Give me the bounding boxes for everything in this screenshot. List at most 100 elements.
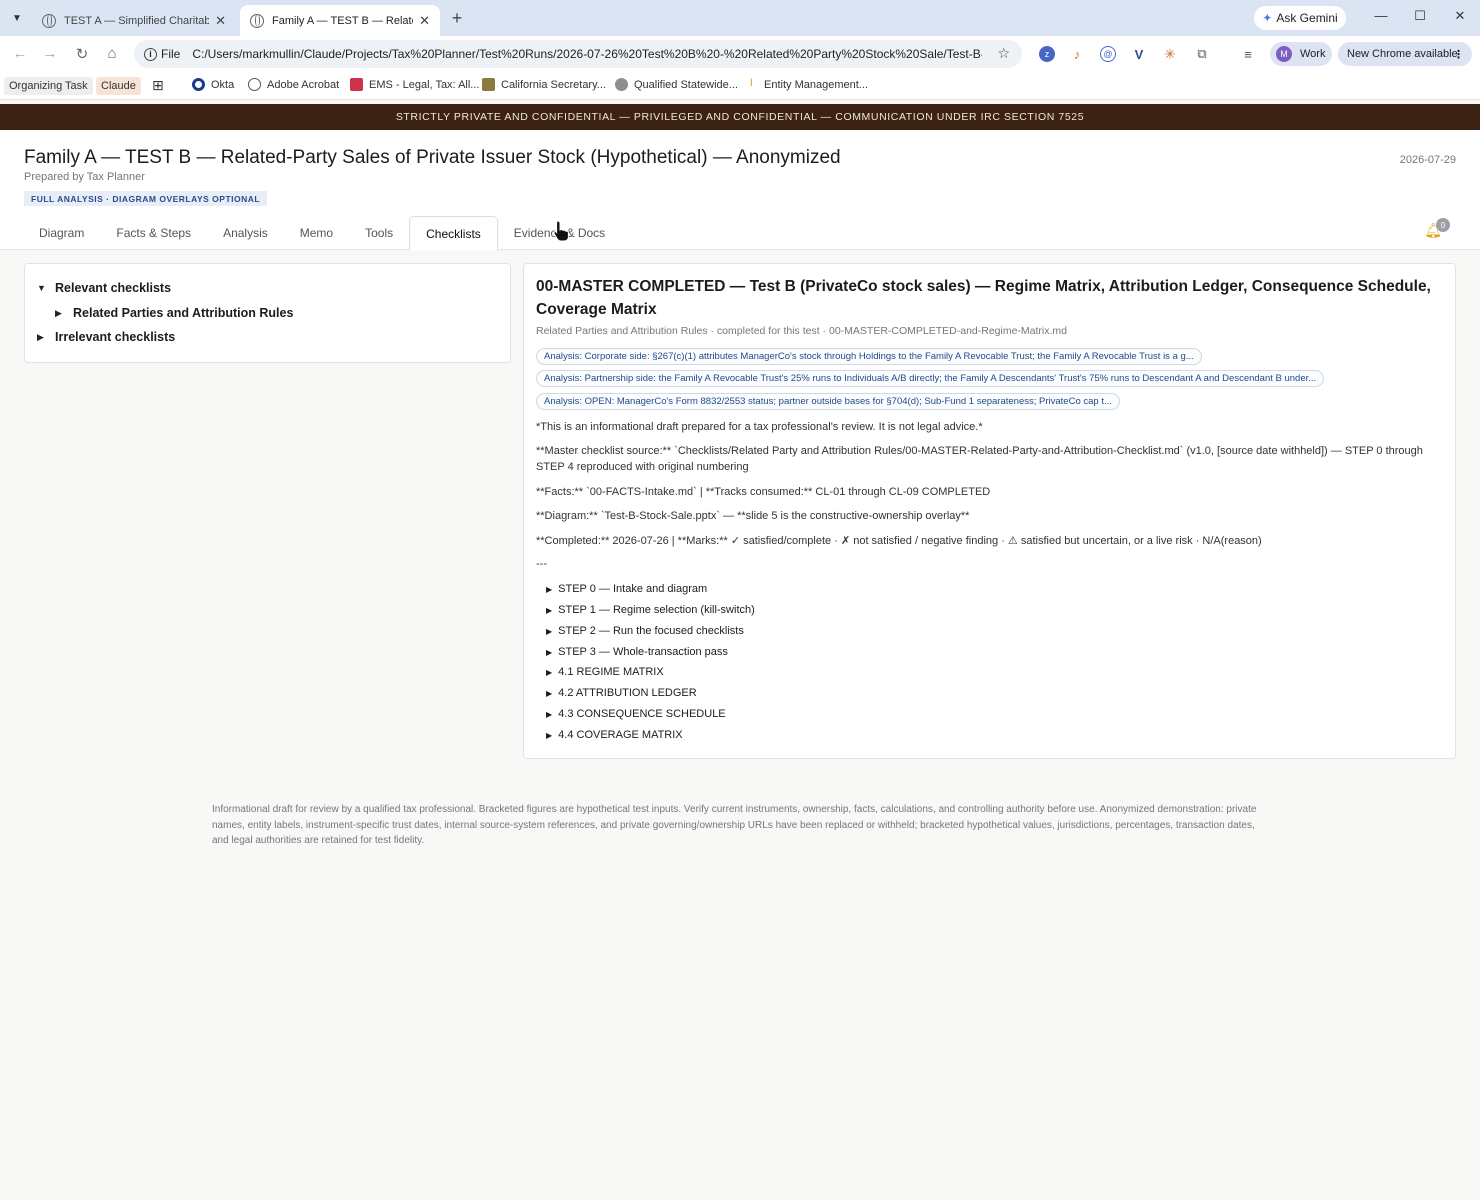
caret-right-icon: ▶ [546, 647, 553, 657]
music-note-extension-icon[interactable]: ♪ [1069, 46, 1085, 62]
tab-search-chevron-icon[interactable]: ▼ [6, 7, 28, 29]
analysis-mode-badge: FULL ANALYSIS · DIAGRAM OVERLAYS OPTIONA… [24, 191, 268, 206]
completed-paragraph: **Completed:** 2026-07-26 | **Marks:** ✓… [536, 535, 1262, 547]
browser-toolbar: ← → ↻ ⌂ i File C:/Users/markmullin/Claud… [0, 36, 1480, 72]
prepared-by: Prepared by Tax Planner [24, 171, 145, 183]
step-toggle[interactable]: ▶ STEP 0 — Intake and diagram [546, 583, 707, 595]
bookmark-label: Claude [101, 80, 136, 92]
disclaimer-paragraph: *This is an informational draft prepared… [536, 421, 983, 433]
bookmark-label: Okta [211, 78, 235, 91]
bookmark-california-secretary[interactable]: California Secretary... [482, 78, 606, 91]
caret-right-icon: ▶ [546, 709, 553, 719]
address-url[interactable]: C:/Users/markmullin/Claude/Projects/Tax%… [192, 47, 982, 61]
new-tab-plus-icon[interactable]: + [448, 8, 466, 29]
v-extension-icon[interactable]: V [1131, 46, 1147, 62]
bookmark-entity-management[interactable]: ǀ Entity Management... [750, 78, 868, 91]
at-sign-extension-icon[interactable]: @ [1100, 46, 1116, 62]
zoom-extension-icon[interactable]: z [1039, 46, 1055, 62]
page-title: Family A — TEST B — Related-Party Sales … [24, 147, 841, 168]
caret-right-icon: ▶ [546, 626, 553, 636]
close-window-icon[interactable]: ✕ [1450, 8, 1470, 24]
step-toggle[interactable]: ▶ STEP 1 — Regime selection (kill-switch… [546, 604, 755, 616]
page-tabs: Diagram Facts & Steps Analysis Memo Tool… [23, 216, 621, 251]
related-parties-checklist-item[interactable]: ▶ Related Parties and Attribution Rules [55, 306, 293, 320]
tab-facts-steps[interactable]: Facts & Steps [100, 216, 207, 250]
step-label: STEP 0 — Intake and diagram [558, 583, 708, 595]
relevant-checklists-label: Relevant checklists [55, 281, 172, 295]
tab-memo[interactable]: Memo [284, 216, 349, 250]
step-label: STEP 3 — Whole-transaction pass [558, 646, 728, 658]
chrome-update-button[interactable]: New Chrome available ⋮ [1338, 42, 1472, 66]
globe-icon [42, 13, 56, 28]
profile-label: Work [1300, 48, 1326, 60]
profile-button[interactable]: M Work [1270, 42, 1332, 66]
bookmark-claude[interactable]: Claude [96, 77, 141, 95]
close-tab-icon[interactable]: ✕ [419, 13, 430, 29]
close-tab-icon[interactable]: ✕ [215, 13, 226, 29]
analysis-link-chip[interactable]: Analysis: Partnership side: the Family A… [536, 370, 1325, 387]
step-toggle[interactable]: ▶ 4.2 ATTRIBUTION LEDGER [546, 687, 697, 699]
step-label: STEP 1 — Regime selection (kill-switch) [558, 604, 755, 616]
confidentiality-banner: STRICTLY PRIVATE AND CONFIDENTIAL — PRIV… [0, 104, 1480, 130]
analysis-link-chip[interactable]: Analysis: OPEN: ManagerCo's Form 8832/25… [536, 393, 1120, 410]
pin-icon: ǀ [750, 78, 753, 89]
reading-list-icon[interactable]: ≡ [1240, 46, 1256, 62]
bookmark-star-icon[interactable]: ☆ [997, 45, 1010, 62]
browser-tab-active[interactable]: Family A — TEST B — Related-Party ✕ [240, 5, 440, 36]
info-icon[interactable]: i [144, 47, 157, 61]
step-toggle[interactable]: ▶ STEP 3 — Whole-transaction pass [546, 646, 728, 658]
minimize-icon[interactable]: — [1371, 8, 1391, 23]
browser-tab-title: Family A — TEST B — Related-Party [272, 14, 413, 27]
chrome-update-label: New Chrome available [1347, 48, 1458, 60]
address-protocol: File [161, 47, 181, 61]
tab-analysis[interactable]: Analysis [207, 216, 284, 250]
notification-count-badge: 0 [1436, 218, 1450, 232]
divider-text: --- [536, 558, 547, 570]
step-toggle[interactable]: ▶ STEP 2 — Run the focused checklists [546, 625, 744, 637]
bookmark-label: Qualified Statewide... [634, 78, 738, 91]
master-source-paragraph: **Master checklist source:** `Checklists… [536, 445, 1423, 473]
ask-gemini-button[interactable]: ✦ Ask Gemini [1254, 6, 1346, 30]
seal-icon [482, 78, 495, 91]
caret-right-icon: ▶ [55, 307, 62, 318]
claude-extension-icon[interactable]: ✳ [1162, 46, 1178, 62]
apps-grid-icon[interactable]: ⊞ [152, 77, 164, 94]
facts-paragraph: **Facts:** `00-FACTS-Intake.md` | **Trac… [536, 486, 991, 498]
step-label: STEP 2 — Run the focused checklists [558, 625, 744, 637]
tab-diagram[interactable]: Diagram [23, 216, 100, 250]
caret-right-icon: ▶ [37, 331, 44, 342]
browser-tab[interactable]: TEST A — Simplified Charitable ✕ [32, 5, 236, 36]
tab-tools[interactable]: Tools [349, 216, 409, 250]
irrelevant-checklists-toggle[interactable]: ▶ Irrelevant checklists [37, 330, 175, 344]
extensions-puzzle-icon[interactable]: ⧉ [1194, 46, 1210, 62]
ask-gemini-label: Ask Gemini [1276, 11, 1338, 25]
forward-arrow-icon[interactable]: → [40, 45, 60, 62]
caret-right-icon: ▶ [546, 730, 553, 740]
address-bar[interactable]: i File C:/Users/markmullin/Claude/Projec… [134, 40, 1022, 68]
bookmark-ems[interactable]: EMS - Legal, Tax: All... [350, 78, 479, 91]
tab-checklists[interactable]: Checklists [409, 216, 498, 251]
relevant-checklists-toggle[interactable]: ▼ Relevant checklists [37, 281, 171, 295]
step-toggle[interactable]: ▶ 4.3 CONSEQUENCE SCHEDULE [546, 708, 726, 720]
globe-icon [250, 13, 264, 28]
checklist-document-panel: 00-MASTER COMPLETED — Test B (PrivateCo … [523, 263, 1456, 759]
bookmark-organizing-task[interactable]: Organizing Task [4, 77, 93, 95]
seal-icon [615, 78, 628, 91]
diagram-paragraph: **Diagram:** `Test-B-Stock-Sale.pptx` — … [536, 510, 970, 522]
step-toggle[interactable]: ▶ 4.4 COVERAGE MATRIX [546, 729, 683, 741]
bookmark-qualified-statewide[interactable]: Qualified Statewide... [615, 78, 738, 91]
home-icon[interactable]: ⌂ [102, 45, 122, 62]
step-toggle[interactable]: ▶ 4.1 REGIME MATRIX [546, 666, 664, 678]
irrelevant-checklists-label: Irrelevant checklists [55, 330, 176, 344]
reload-icon[interactable]: ↻ [72, 45, 92, 63]
bookmark-label: California Secretary... [501, 78, 606, 91]
bookmark-adobe-acrobat[interactable]: Adobe Acrobat [248, 78, 339, 91]
analysis-link-chip[interactable]: Analysis: Corporate side: §267(c)(1) att… [536, 348, 1202, 365]
menu-kebab-icon[interactable]: ⋮ [1453, 48, 1464, 61]
back-arrow-icon[interactable]: ← [10, 45, 30, 62]
browser-tab-title: TEST A — Simplified Charitable [64, 14, 210, 27]
bookmark-label: Adobe Acrobat [267, 78, 340, 91]
bookmark-okta[interactable]: Okta [192, 78, 234, 91]
document-meta: Related Parties and Attribution Rules · … [536, 325, 1068, 337]
maximize-icon[interactable]: ☐ [1410, 8, 1430, 24]
